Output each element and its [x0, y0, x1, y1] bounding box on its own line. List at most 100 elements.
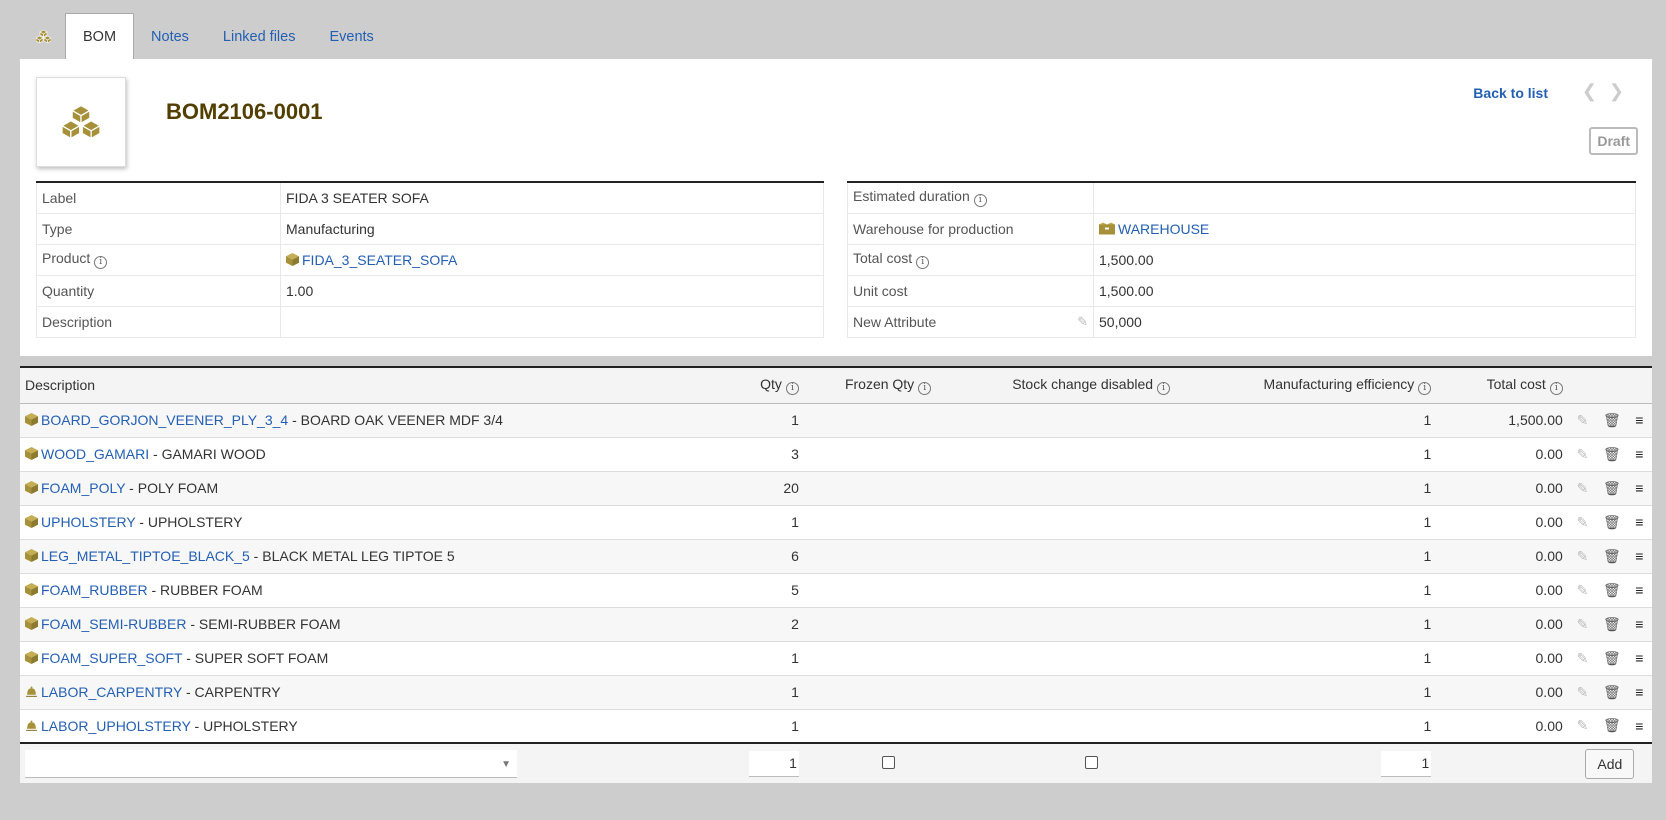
bom-header-card: BOM2106-0001 Back to list ❮ ❯ Draft Labe… — [20, 59, 1652, 356]
info-icon[interactable]: i — [94, 256, 108, 269]
field-value: 50,000 — [1093, 306, 1636, 338]
line-product-link[interactable]: WOOD_GAMARI — [41, 446, 149, 462]
chevron-left-icon[interactable]: ❮ — [1582, 81, 1597, 102]
edit-pencil-icon[interactable]: ✎ — [1567, 675, 1598, 710]
line-product-link[interactable]: LABOR_UPHOLSTERY — [41, 718, 191, 734]
field-row-description: Description — [36, 306, 824, 338]
info-icon[interactable]: i — [973, 194, 987, 208]
edit-pencil-icon[interactable]: ✎ — [1567, 471, 1598, 506]
drag-handle-icon[interactable]: ≡ — [1626, 641, 1652, 676]
add-button-cell: Add — [1567, 742, 1652, 783]
drag-handle-icon[interactable]: ≡ — [1626, 437, 1652, 472]
drag-handle-icon[interactable]: ≡ — [1626, 709, 1652, 744]
trash-icon[interactable]: 🗑 — [1597, 471, 1627, 506]
line-product-link[interactable]: FOAM_POLY — [41, 480, 125, 496]
line-product-link[interactable]: BOARD_GORJON_VEENER_PLY_3_4 — [41, 412, 288, 428]
info-icon[interactable]: i — [1418, 381, 1432, 395]
field-label: New Attribute ✎ — [847, 306, 1094, 338]
info-icon[interactable]: i — [916, 256, 930, 269]
stock-change-disabled-checkbox[interactable] — [1084, 755, 1098, 769]
field-value: FIDA_3_SEATER_SOFA — [280, 244, 824, 276]
info-icon[interactable]: i — [1157, 381, 1171, 395]
warehouse-link[interactable]: WAREHOUSE — [1118, 221, 1209, 237]
drag-handle-icon[interactable]: ≡ — [1626, 675, 1652, 710]
table-row: FOAM_SEMI-RUBBER - SEMI-RUBBER FOAM 2 1 0.0… — [20, 607, 1652, 642]
trash-icon[interactable]: 🗑 — [1597, 403, 1627, 438]
edit-pencil-icon[interactable]: ✎ — [1567, 539, 1598, 574]
info-icon[interactable]: i — [918, 381, 932, 395]
trash-icon[interactable]: 🗑 — [1597, 641, 1627, 676]
drag-handle-icon[interactable]: ≡ — [1626, 573, 1652, 608]
product-box-icon — [25, 651, 38, 664]
frozen-qty-checkbox[interactable] — [881, 755, 895, 769]
edit-pencil-icon[interactable]: ✎ — [1567, 607, 1598, 642]
efficiency-input[interactable]: 1 — [1381, 750, 1432, 777]
line-frozen-qty — [803, 641, 973, 676]
back-to-list-link[interactable]: Back to list — [1473, 85, 1548, 101]
qty-input[interactable]: 1 — [748, 750, 799, 777]
field-row-label: Label FIDA 3 SEATER SOFA — [36, 182, 824, 214]
line-frozen-qty — [803, 607, 973, 642]
edit-pencil-icon[interactable]: ✎ — [1567, 505, 1598, 540]
tab-notes[interactable]: Notes — [134, 14, 206, 59]
tab-linked-files[interactable]: Linked files — [206, 14, 313, 59]
line-product-link[interactable]: FOAM_SUPER_SOFT — [41, 650, 182, 666]
field-value — [280, 306, 824, 338]
edit-pencil-icon[interactable]: ✎ — [1567, 403, 1598, 438]
info-icon[interactable]: i — [785, 381, 799, 395]
field-value: 1,500.00 — [1093, 275, 1636, 307]
drag-handle-icon[interactable]: ≡ — [1626, 607, 1652, 642]
line-product-link[interactable]: UPHOLSTERY — [41, 514, 135, 530]
duration-label: Estimated duration — [853, 188, 970, 205]
line-qty: 1 — [714, 675, 804, 710]
trash-icon[interactable]: 🗑 — [1597, 539, 1627, 574]
edit-pencil-icon[interactable]: ✎ — [1077, 314, 1088, 330]
trash-icon[interactable]: 🗑 — [1597, 607, 1627, 642]
trash-icon[interactable]: 🗑 — [1597, 709, 1627, 744]
table-row: FOAM_POLY - POLY FOAM 20 1 0.00 ✎ 🗑 ≡ — [20, 471, 1652, 506]
line-product-link[interactable]: FOAM_RUBBER — [41, 582, 148, 598]
line-qty: 1 — [714, 641, 804, 676]
edit-pencil-icon[interactable]: ✎ — [1567, 641, 1598, 676]
product-select[interactable]: ▼ — [25, 749, 517, 778]
line-product-link[interactable]: FOAM_SEMI-RUBBER — [41, 616, 186, 632]
field-value — [1093, 182, 1636, 214]
trash-icon[interactable]: 🗑 — [1597, 675, 1627, 710]
bom-lines-table: Description Qty i Frozen Qty i Stock chang… — [20, 366, 1652, 783]
edit-pencil-icon[interactable]: ✎ — [1567, 437, 1598, 472]
col-frozen-label: Frozen Qty — [844, 375, 915, 392]
line-product-link[interactable]: LABOR_CARPENTRY — [41, 684, 182, 700]
add-frozen-cell — [803, 742, 973, 783]
drag-handle-icon[interactable]: ≡ — [1626, 505, 1652, 540]
field-row-duration: Estimated duration i — [847, 182, 1636, 214]
line-qty: 5 — [714, 573, 804, 608]
record-navigation: ❮ ❯ — [1582, 81, 1624, 102]
tab-bom[interactable]: BOM — [65, 13, 135, 60]
line-qty: 1 — [714, 505, 804, 540]
info-icon[interactable]: i — [1549, 381, 1563, 395]
line-product-label: - SEMI-RUBBER FOAM — [186, 616, 341, 632]
chevron-right-icon[interactable]: ❯ — [1609, 81, 1624, 102]
product-link[interactable]: FIDA_3_SEATER_SOFA — [302, 252, 457, 268]
line-stock-change — [972, 539, 1211, 574]
field-label: Type — [36, 213, 281, 245]
add-button[interactable]: Add — [1585, 748, 1635, 779]
drag-handle-icon[interactable]: ≡ — [1626, 471, 1652, 506]
trash-icon[interactable]: 🗑 — [1597, 437, 1627, 472]
trash-icon[interactable]: 🗑 — [1597, 573, 1627, 608]
product-box-icon — [25, 549, 38, 562]
drag-handle-icon[interactable]: ≡ — [1626, 403, 1652, 438]
tab-bom-icon[interactable] — [20, 14, 65, 59]
edit-pencil-icon[interactable]: ✎ — [1567, 573, 1598, 608]
tab-events[interactable]: Events — [312, 14, 390, 59]
line-product-link[interactable]: LEG_METAL_TIPTOE_BLACK_5 — [41, 548, 250, 564]
line-total-cost: 0.00 — [1436, 539, 1568, 574]
product-box-icon — [25, 447, 38, 460]
lines-header-row: Description Qty i Frozen Qty i Stock chang… — [20, 367, 1652, 404]
edit-pencil-icon[interactable]: ✎ — [1567, 709, 1598, 744]
add-line-row: ▼ 1 1 Add — [20, 742, 1652, 783]
drag-handle-icon[interactable]: ≡ — [1626, 539, 1652, 574]
trash-icon[interactable]: 🗑 — [1597, 505, 1627, 540]
col-stock-label: Stock change disabled — [1012, 375, 1154, 392]
line-frozen-qty — [803, 505, 973, 540]
